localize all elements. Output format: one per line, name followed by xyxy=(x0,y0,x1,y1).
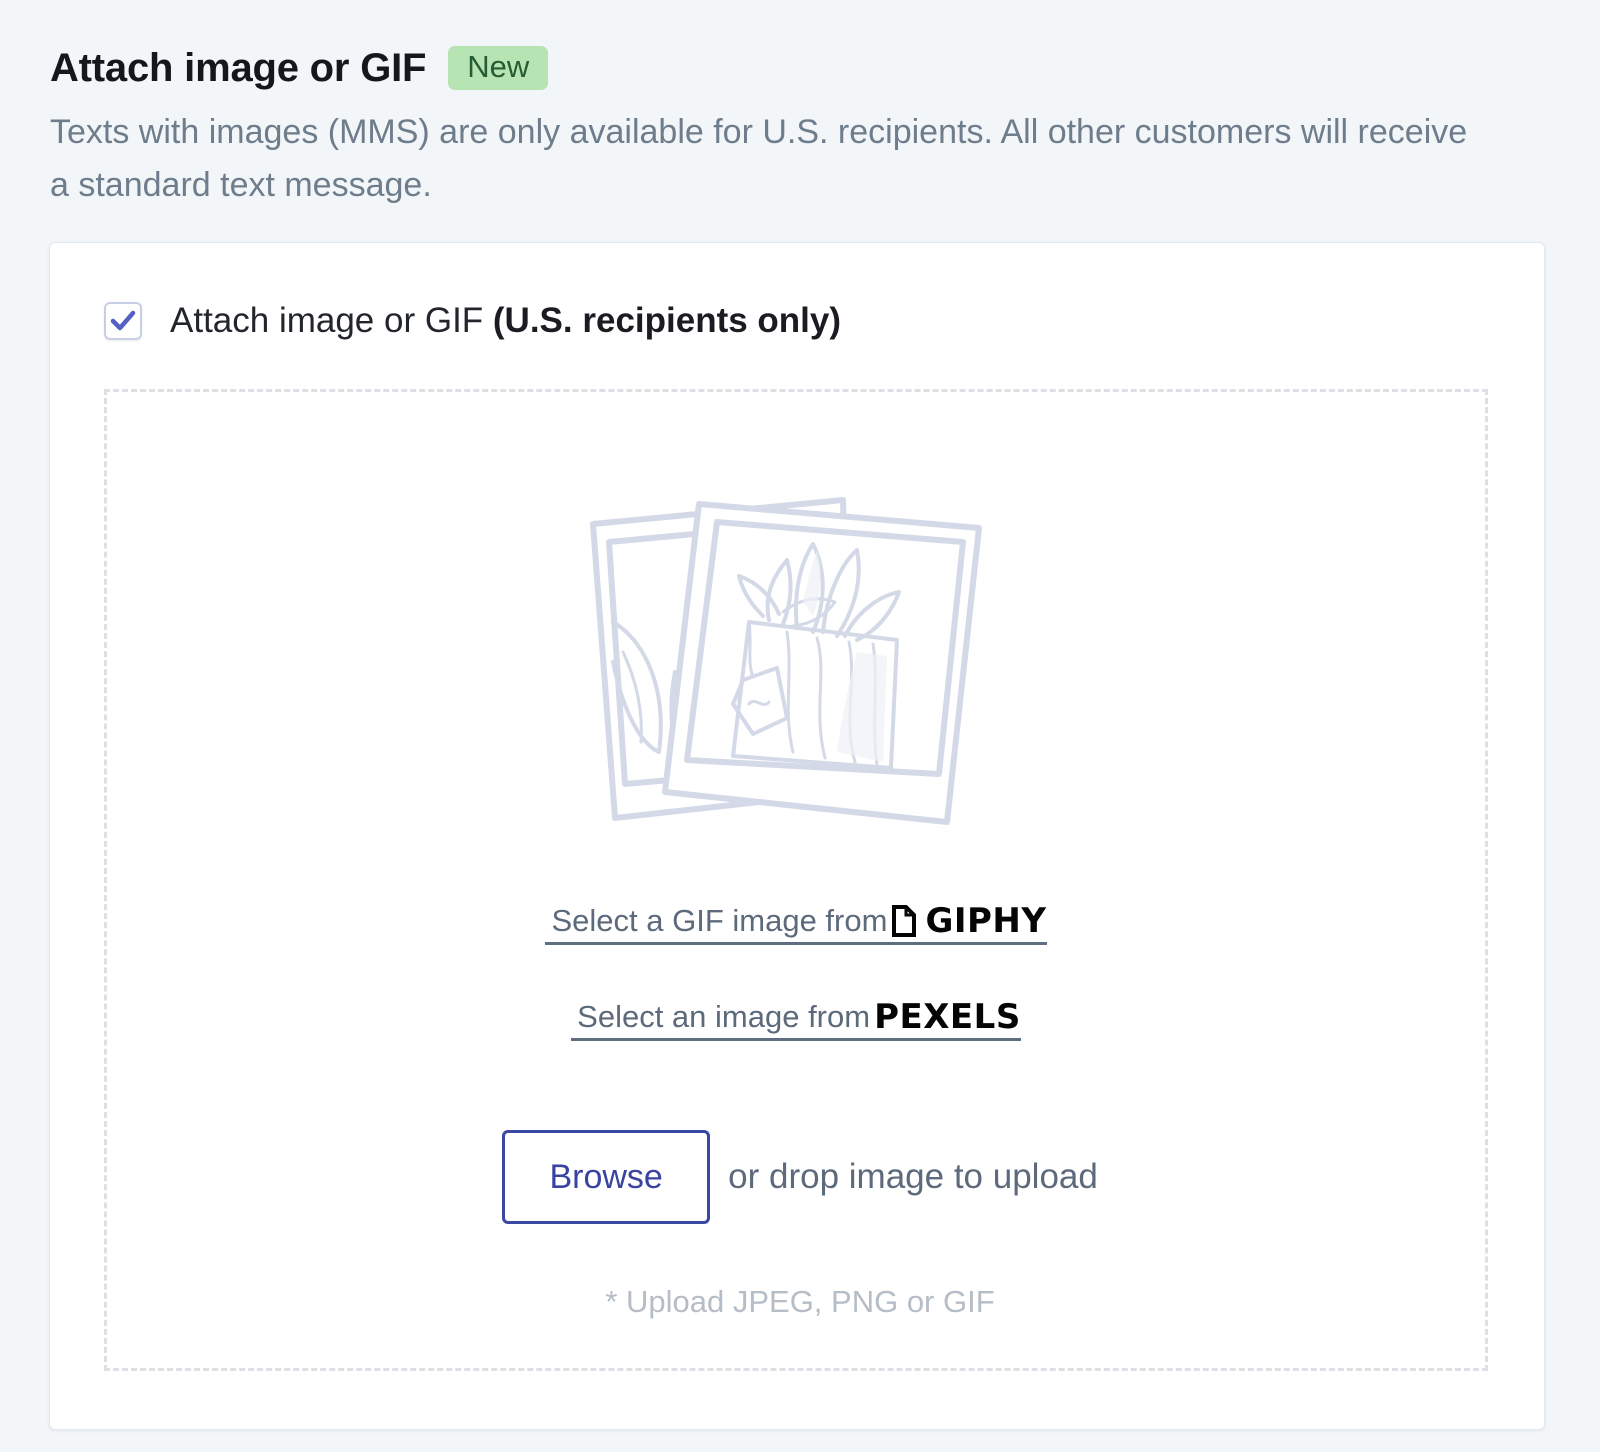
photo-stack-illustration xyxy=(590,497,982,825)
title-row: Attach image or GIF New xyxy=(50,40,1550,96)
giphy-brand-text: GIPHY xyxy=(925,901,1047,941)
attach-image-section-header: Attach image or GIF New Texts with image… xyxy=(50,40,1550,212)
section-title: Attach image or GIF xyxy=(50,45,427,90)
pexels-link-row: Select an image from PEXELS xyxy=(107,1000,1485,1041)
giphy-link-text: Select a GIF image from xyxy=(551,903,888,938)
upload-format-note: * Upload JPEG, PNG or GIF xyxy=(605,1284,995,1319)
select-gif-from-giphy-link[interactable]: Select a GIF image from GIPHY xyxy=(545,903,1047,945)
giphy-link-row: Select a GIF image from GIPHY xyxy=(107,904,1485,945)
giphy-logo: GIPHY xyxy=(891,904,1046,938)
pexels-logo: PEXELS xyxy=(874,997,1021,1037)
checkbox-label-bold: (U.S. recipients only) xyxy=(492,301,842,340)
select-image-from-pexels-link[interactable]: Select an image from PEXELS xyxy=(571,1000,1021,1041)
browse-button[interactable]: Browse xyxy=(502,1130,711,1224)
image-dropzone[interactable]: Select a GIF image from GIPHY Select an … xyxy=(104,389,1488,1371)
drop-image-text: or drop image to upload xyxy=(728,1157,1098,1196)
attach-image-checkbox[interactable] xyxy=(104,302,142,340)
upload-row: Browse or drop image to upload xyxy=(107,1130,1485,1224)
pexels-link-text: Select an image from xyxy=(577,999,871,1034)
attach-image-option[interactable]: Attach image or GIF (U.S. recipients onl… xyxy=(104,301,841,341)
attach-image-card: Attach image or GIF (U.S. recipients onl… xyxy=(49,242,1545,1430)
new-badge: New xyxy=(448,46,549,90)
attach-image-checkbox-label[interactable]: Attach image or GIF (U.S. recipients onl… xyxy=(170,301,841,341)
checkbox-label-text: Attach image or GIF xyxy=(170,301,484,340)
section-description: Texts with images (MMS) are only availab… xyxy=(50,113,1468,204)
giphy-logo-icon xyxy=(892,905,917,937)
checkmark-icon xyxy=(110,310,136,331)
